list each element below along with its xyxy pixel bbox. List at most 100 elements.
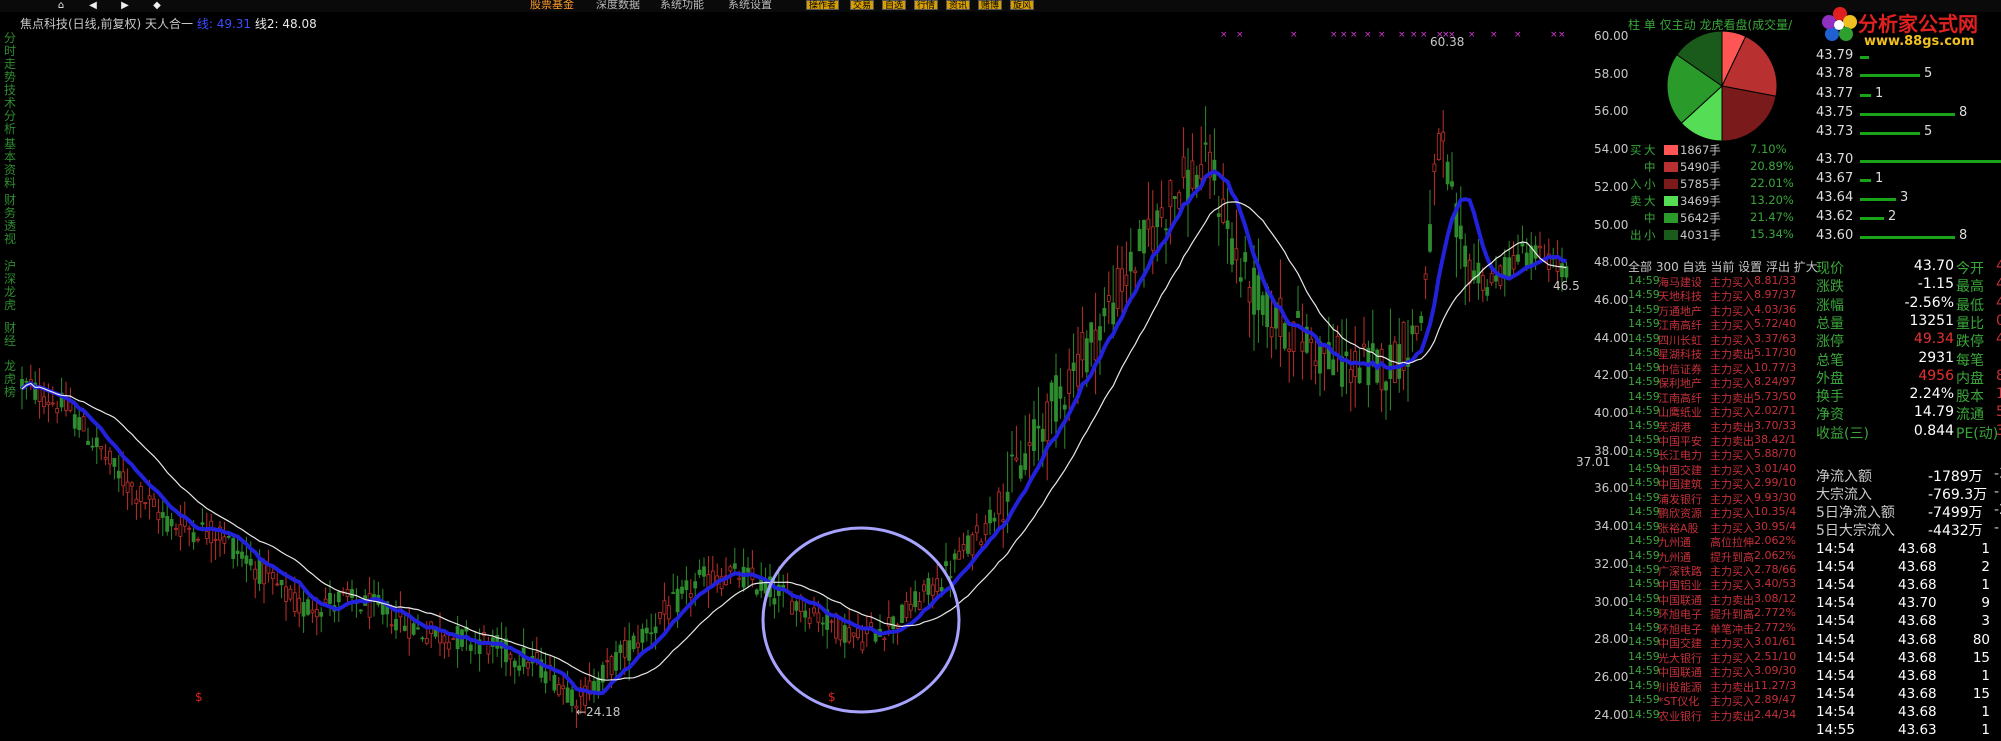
tick-row: 14:5443.681S bbox=[1816, 577, 2001, 595]
capital-monitor-row[interactable]: 14:59 中国铝业 主力买入 3.40/53 bbox=[1628, 577, 1818, 592]
right-panel-tabs[interactable]: 柱 单 仅主动 龙虎看盘(成交量/ bbox=[1628, 16, 1792, 33]
capital-monitor-row[interactable]: 14:59 光大银行 主力买入 2.51/10 bbox=[1628, 650, 1818, 665]
tick-row: 14:5443.709B bbox=[1816, 595, 2001, 613]
order-book-row[interactable]: 43.78 5 bbox=[1816, 66, 2001, 84]
capital-monitor-row[interactable]: 14:59 九州通 提升到高 2.062% bbox=[1628, 549, 1818, 564]
candle-body bbox=[1560, 263, 1564, 278]
capital-monitor-row[interactable]: 14:59 海马建设 主力买入 8.81/33 bbox=[1628, 274, 1818, 289]
candle-body bbox=[1040, 428, 1045, 442]
order-quantity: 2 bbox=[1888, 209, 1897, 224]
candle-body bbox=[565, 687, 570, 703]
tick-row: 14:5443.6815B bbox=[1816, 686, 2001, 704]
candle-body bbox=[389, 624, 394, 627]
capital-monitor-row[interactable]: 14:59 浦发银行 主力买入 9.93/30 bbox=[1628, 491, 1818, 506]
tick-row: 14:5443.681S bbox=[1816, 541, 2001, 559]
candle-body bbox=[794, 601, 799, 611]
capital-value: 9.93/30 bbox=[1754, 490, 1797, 504]
flow-extra: -3 bbox=[1994, 466, 2001, 482]
capital-monitor-row[interactable]: 14:59 中国建筑 主力买入 2.99/10 bbox=[1628, 476, 1818, 491]
y-axis-tick: 30.00 bbox=[1594, 594, 1629, 609]
candle-body bbox=[996, 491, 1001, 515]
quote-value: 43.70 bbox=[1913, 258, 1954, 274]
tick-price: 43.68 bbox=[1898, 667, 1937, 684]
order-book-row[interactable]: 43.7012 bbox=[1816, 152, 2001, 170]
candle-body bbox=[662, 600, 667, 615]
candle-body bbox=[1331, 359, 1336, 376]
fund-color-swatch bbox=[1664, 145, 1678, 155]
capital-value: 2.78/66 bbox=[1754, 563, 1797, 576]
capital-monitor-row[interactable]: 14:59 张裕A股 主力买入 30.95/4 bbox=[1628, 520, 1818, 535]
candle-body bbox=[134, 498, 139, 504]
order-price: 43.62 bbox=[1816, 209, 1854, 224]
order-book-row[interactable]: 43.62 2 bbox=[1816, 209, 2001, 227]
capital-time: 14:59 bbox=[1628, 693, 1660, 707]
order-price: 43.73 bbox=[1816, 124, 1854, 139]
capital-monitor-row[interactable]: 14:59 四川长虹 主力买入 3.37/63 bbox=[1628, 332, 1818, 347]
capital-monitor-row[interactable]: 14:59 环旭电子 提升到高 2.772% bbox=[1628, 606, 1818, 621]
capital-value: 2.89/47 bbox=[1754, 693, 1797, 707]
candle-body bbox=[922, 584, 926, 592]
capital-monitor-row[interactable]: 14:59 农业银行 主力卖出 2.44/34 bbox=[1628, 708, 1818, 723]
tick-volume: 2 bbox=[1981, 559, 1990, 576]
capital-monitor-row[interactable]: 14:58 星湖科技 主力卖出 5.17/30 bbox=[1628, 346, 1818, 361]
capital-time: 14:59 bbox=[1628, 418, 1660, 432]
capital-monitor-row[interactable]: 14:59 环旭电子 单笔冲击 2.772% bbox=[1628, 621, 1818, 636]
capital-monitor-row[interactable]: 14:59 山鹰纸业 主力买入 2.02/71 bbox=[1628, 404, 1818, 419]
candle-body bbox=[1256, 275, 1261, 311]
capital-monitor-row[interactable]: 14:59 长江电力 主力买入 5.88/70 bbox=[1628, 447, 1818, 462]
candle-body bbox=[90, 445, 95, 448]
capital-monitor-row[interactable]: 14:59 万通地产 主力买入 4.03/36 bbox=[1628, 303, 1818, 318]
order-book-row[interactable]: 43.77 1 bbox=[1816, 86, 2001, 104]
capital-monitor-row[interactable]: 14:59 江南高纤 主力卖出 5.73/50 bbox=[1628, 390, 1818, 405]
capital-monitor-row[interactable]: 14:59 中国联通 主力卖出 3.08/12 bbox=[1628, 592, 1818, 607]
candle-body bbox=[1111, 302, 1116, 325]
capital-monitor-row[interactable]: 14:59 中国平安 主力卖出 38.42/1 bbox=[1628, 433, 1818, 448]
capital-monitor-tabs[interactable]: 全部 300 自选 当前 设置 浮出 扩大 bbox=[1628, 258, 1818, 275]
capital-monitor-row[interactable]: 14:59 鹏欣资源 主力买入 10.35/4 bbox=[1628, 505, 1818, 520]
fund-size: 小 bbox=[1644, 177, 1656, 191]
order-book-row[interactable]: 43.79 bbox=[1816, 48, 2001, 66]
quote-value-2: 44 bbox=[1996, 258, 2001, 274]
capital-monitor-row[interactable]: 14:59 中国联通 主力买入 3.09/30 bbox=[1628, 664, 1818, 679]
capital-monitor-row[interactable]: 14:59 芜湖港 主力卖出 3.70/33 bbox=[1628, 419, 1818, 434]
capital-monitor-row[interactable]: 14:59 江南高纤 主力买入 5.72/40 bbox=[1628, 317, 1818, 332]
capital-monitor-row[interactable]: 14:59 中国交建 主力买入 3.01/40 bbox=[1628, 462, 1818, 477]
candle-body bbox=[1357, 367, 1362, 384]
capital-monitor-row[interactable]: 14:59 川投能源 主力卖出 11.27/3 bbox=[1628, 679, 1818, 694]
order-book-row[interactable]: 43.75 8 bbox=[1816, 105, 2001, 123]
quote-key: 总量 bbox=[1816, 315, 1844, 332]
quote-row: 涨停 49.34跌停 40 bbox=[1816, 331, 2001, 350]
order-book-row[interactable]: 43.60 8 bbox=[1816, 228, 2001, 246]
order-book-row[interactable]: 43.73 5 bbox=[1816, 124, 2001, 142]
order-book-row[interactable]: 43.64 3 bbox=[1816, 190, 2001, 208]
flow-extra: - bbox=[1994, 484, 2000, 500]
quote-key-2: 今开 bbox=[1956, 261, 1984, 277]
quote-key: 外盘 bbox=[1816, 370, 1844, 387]
capital-value: 2.02/71 bbox=[1754, 404, 1797, 418]
flow-summary-row: 净流入额 -1789万 -3 bbox=[1816, 466, 2001, 485]
candle-body bbox=[288, 588, 293, 600]
candle-body bbox=[244, 555, 249, 564]
capital-monitor-row[interactable]: 14:59 中国交建 主力买入 3.01/61 bbox=[1628, 635, 1818, 650]
capital-time: 14:59 bbox=[1628, 274, 1660, 287]
capital-monitor-row[interactable]: 14:59 保利地产 主力买入 8.24/97 bbox=[1628, 375, 1818, 390]
capital-value: 5.72/40 bbox=[1754, 317, 1797, 331]
capital-monitor-row[interactable]: 14:59 *ST仪化 主力买入 2.89/47 bbox=[1628, 693, 1818, 708]
flow-key: 大宗流入 bbox=[1816, 487, 1872, 503]
candle-body bbox=[926, 578, 931, 595]
capital-value: 3.08/12 bbox=[1754, 591, 1797, 605]
capital-monitor-row[interactable]: 14:59 天地科技 主力买入 8.97/37 bbox=[1628, 288, 1818, 303]
candle-body bbox=[1067, 369, 1072, 394]
signal-x-marker: × bbox=[1290, 30, 1298, 40]
candle-body bbox=[336, 591, 341, 603]
capital-monitor-row[interactable]: 14:59 中信证券 主力买入 10.77/3 bbox=[1628, 361, 1818, 376]
flow-summary-row: 5日净流入额 -7499万 -2 bbox=[1816, 502, 2001, 521]
candle-body bbox=[1120, 268, 1124, 292]
capital-time: 14:59 bbox=[1628, 389, 1660, 403]
order-book-row[interactable]: 43.67 1 bbox=[1816, 171, 2001, 189]
capital-time: 14:59 bbox=[1628, 563, 1660, 576]
candle-body bbox=[1436, 133, 1441, 161]
capital-monitor-row[interactable]: 14:59 九州通 高位拉伸 2.062% bbox=[1628, 534, 1818, 549]
capital-monitor-row[interactable]: 14:59 广深铁路 主力买入 2.78/66 bbox=[1628, 563, 1818, 578]
candle-body bbox=[178, 524, 183, 537]
